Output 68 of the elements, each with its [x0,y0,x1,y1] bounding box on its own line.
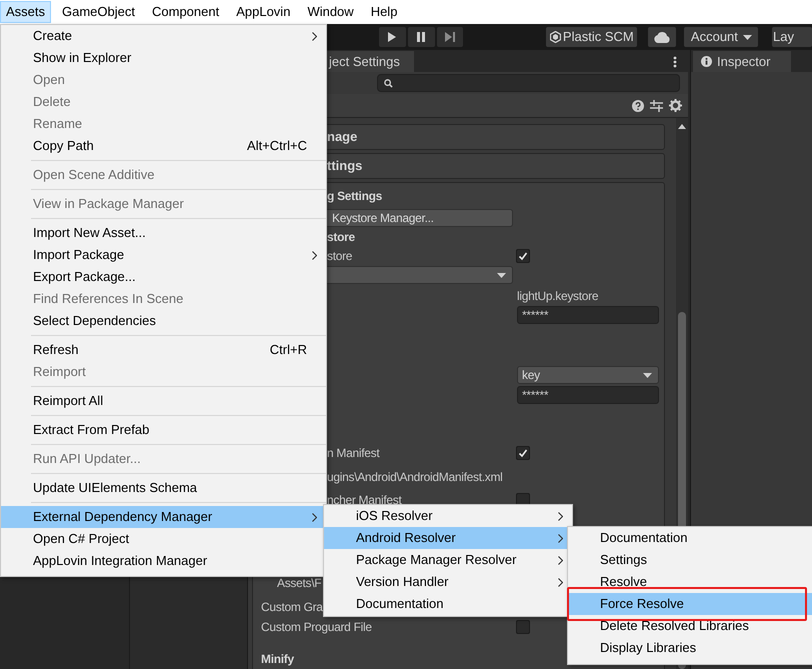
menu-item[interactable]: Update UIElements Schema [1,477,326,499]
menu-item[interactable]: Select Dependencies [1,310,326,332]
menu-item[interactable]: Refresh Ctrl+R [1,339,326,361]
caret-icon [643,372,652,378]
play-icon [386,31,398,43]
account-dropdown[interactable]: Account [684,27,758,47]
file-name-text: lightUp.keystore [517,288,598,305]
button-label: Plastic SCM [562,28,634,46]
password-field[interactable]: ****** [517,386,659,404]
field-label: Custom Proguard File [261,619,372,636]
section-heading: g Settings [327,188,382,205]
checkbox[interactable] [516,620,530,634]
menu-item[interactable]: Create [1,25,326,47]
menu-bar-item[interactable]: Component [146,1,226,23]
file-path: Assets\F [277,575,322,592]
scroll-up-icon[interactable] [678,124,686,129]
layout-dropdown[interactable]: Lay [772,27,812,47]
section-heading: Minify [261,651,294,668]
step-button[interactable] [436,27,464,47]
sliders-icon[interactable] [650,100,663,112]
menu-item[interactable]: Open C# Project [1,528,326,550]
shortcut-text: Ctrl+R [270,341,307,360]
menu-item[interactable]: Extract From Prefab [1,419,326,441]
field-label: n Manifest [327,445,380,462]
caret-icon [742,34,752,40]
pause-button[interactable] [408,27,435,47]
settings-icon[interactable] [669,99,682,112]
pause-icon [415,31,428,43]
password-field[interactable]: ****** [517,306,659,324]
cloud-button[interactable] [648,27,676,47]
menu-item[interactable]: Settings [568,549,812,571]
field-label: store [327,248,352,265]
menu-bar-item[interactable]: AppLovin [230,1,296,23]
check-icon [518,448,528,458]
help-icon[interactable] [632,100,644,112]
file-path: ugins\Android\AndroidManifest.xml [327,469,503,486]
cloud-icon [654,32,670,42]
menu-item[interactable]: AppLovin Integration Manager [1,550,326,572]
info-icon [701,56,712,67]
menu-item[interactable]: Import Package [1,244,326,266]
search-field[interactable] [377,74,680,92]
more-options-icon[interactable] [673,56,677,68]
menu-item[interactable]: Force Resolve [568,593,812,615]
tab-label: Inspector [717,52,770,71]
menu-bar-item[interactable]: Help [364,1,404,23]
play-button[interactable] [379,27,406,47]
menu-bar-item[interactable]: GameObject [56,1,141,23]
menu-bar-item[interactable]: Window [301,1,360,23]
dropdown-value: key [522,367,540,384]
menu-item[interactable]: Export Package... [1,266,326,288]
panel-tab[interactable]: Inspector [693,51,791,72]
dropdown[interactable]: key [517,366,659,384]
menu-item[interactable]: External Dependency Manager [1,506,326,528]
menu-item[interactable]: Import New Asset... [1,222,326,244]
menu-item[interactable]: Reimport All [1,390,326,412]
checkbox[interactable] [516,249,530,263]
search-icon [384,78,393,88]
menu-bar-item[interactable]: Assets [0,1,52,23]
check-icon [518,251,528,261]
section-heading: store [327,229,355,246]
field-label: Custom Gra [261,599,323,616]
dropdown-label: Account [690,28,738,46]
hexagon-icon [550,31,561,43]
step-icon [444,31,456,43]
version-control-button[interactable]: Plastic SCM [546,27,638,47]
caret-icon [497,272,506,278]
menu-item[interactable]: Display Libraries [568,637,812,659]
checkbox[interactable] [516,446,530,460]
